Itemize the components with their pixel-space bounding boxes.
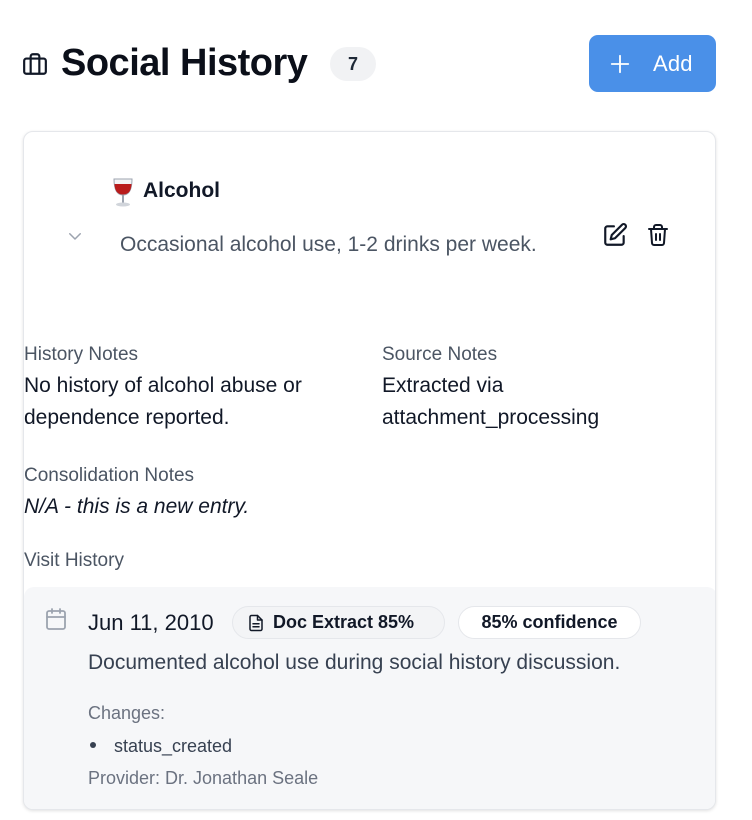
history-notes-value: No history of alcohol abuse or dependenc… [24,374,302,429]
change-item: status_created [88,736,232,757]
source-notes-label: Source Notes [382,344,498,365]
bullet [90,742,96,749]
calendar-icon [46,608,66,630]
count-badge: 7 [330,47,376,81]
visit-description: Documented alcohol use during social his… [88,651,621,674]
social-history-card: Alcohol Occasional alcohol use, 1-2 drin… [23,131,716,810]
visit-history-label: Visit History [24,550,124,571]
add-button[interactable]: Add [589,35,716,92]
trash-icon[interactable] [646,222,670,248]
changes-label: Changes: [88,703,166,723]
entry-title: Alcohol [143,179,220,202]
consolidation-notes-value: N/A - this is a new entry. [24,495,250,518]
visit-entry: Jun 11, 2010 Doc Extract 85% 85% confide… [24,587,715,809]
wine-glass-icon [113,178,133,207]
doc-extract-badge: Doc Extract 85% [232,606,445,639]
entry-description: Occasional alcohol use, 1-2 drinks per w… [120,233,537,256]
consolidation-notes-label: Consolidation Notes [24,465,195,486]
chevron-down-icon[interactable] [66,227,84,245]
document-icon [249,614,263,631]
source-notes-value: Extracted via attachment_processing [382,374,600,429]
page-header: Social History 7 Add [0,0,752,130]
plus-icon [610,54,630,73]
visit-date: Jun 11, 2010 [88,610,214,635]
provider-text: Provider: Dr. Jonathan Seale [88,768,319,788]
history-notes-label: History Notes [24,344,139,365]
briefcase-icon [23,53,47,75]
add-button-label: Add [653,50,693,76]
change-item-text: status_created [114,736,233,756]
doc-extract-label: Doc Extract 85% [273,612,415,632]
page-title: Social History [61,42,308,84]
confidence-badge: 85% confidence [458,606,641,639]
edit-icon[interactable] [602,222,628,248]
